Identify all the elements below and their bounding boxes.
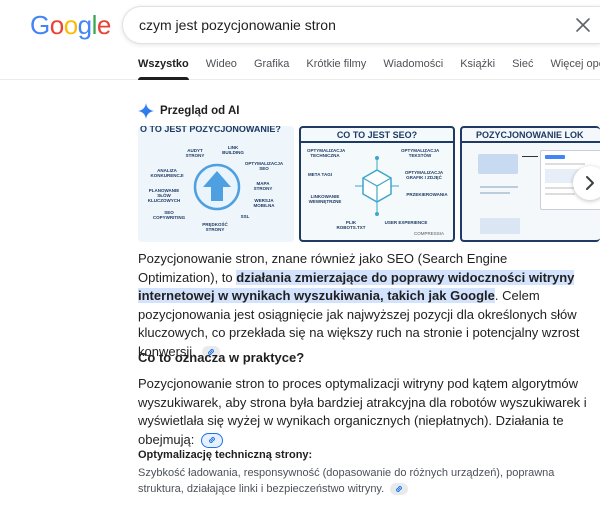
section-heading: Co to oznacza w praktyce? [138, 350, 305, 365]
infographic-label: USER EXPERIENCE [384, 220, 428, 225]
infographic-label: SSL [240, 214, 250, 219]
logo-letter: g [77, 10, 92, 40]
search-box[interactable] [122, 6, 600, 44]
infographic-label: LINK BUILDING [222, 145, 244, 156]
search-tabs: Wszystko Wideo Grafika Krótkie filmy Wia… [138, 58, 600, 80]
ai-overview-title: Przegląd od AI [160, 105, 240, 117]
infographic-label: PLIK ROBOTS.TXT [336, 220, 366, 231]
ai-overview-header: Przegląd od AI [138, 103, 239, 119]
ai-answer-detail: Szybkość ładowania, responsywność (dopas… [138, 465, 590, 497]
infographic-label: LINKOWANIE WEWNĘTRZNE [308, 194, 342, 205]
infographic-label: SEO COPYWRITING [152, 210, 186, 221]
mock-logo [545, 155, 565, 159]
infographic-label: META TAGI [308, 172, 332, 177]
title-divider [462, 141, 600, 143]
brand-watermark: COMPRESSIA [413, 231, 444, 236]
infographic-label: ANALIZA KONKURENCJI [150, 168, 184, 179]
infographic-label: PRĘDKOŚĆ STRONY [202, 222, 228, 233]
google-logo[interactable]: Google [30, 10, 111, 41]
tab-images[interactable]: Grafika [254, 58, 289, 80]
tab-video[interactable]: Wideo [206, 58, 237, 80]
mock-line [480, 186, 518, 188]
mock-line [545, 163, 585, 165]
close-icon[interactable] [573, 15, 593, 35]
carousel-next-button[interactable] [573, 166, 600, 200]
tab-more-options[interactable]: Więcej opcji [550, 58, 600, 80]
infographic-label: OPTYMALIZACJA GRAFIK I ZDJĘĆ [404, 170, 444, 181]
tab-books[interactable]: Książki [460, 58, 495, 80]
logo-letter: o [49, 10, 64, 40]
tab-more-label: Więcej opcji [550, 58, 600, 70]
mock-line [480, 192, 510, 194]
up-arrow-icon [193, 163, 241, 211]
cube-network-icon [355, 156, 399, 216]
image-carousel: O TO JEST POZYCJONOWANIE? AUDYT STRONY L… [138, 126, 600, 242]
image-title: CO TO JEST SEO? [336, 130, 418, 140]
screenshot-thumbnail [478, 154, 518, 174]
search-header: Google Wszystko Wideo Grafika Krótkie fi… [0, 0, 600, 80]
infographic-image-1[interactable]: O TO JEST POZYCJONOWANIE? AUDYT STRONY L… [138, 126, 294, 242]
tab-web[interactable]: Sieć [512, 58, 533, 80]
chevron-right-icon [586, 176, 594, 190]
infographic-label: AUDYT STRONY [185, 148, 205, 159]
connector-line [522, 156, 538, 157]
logo-letter: e [96, 10, 111, 40]
tab-short-videos[interactable]: Krótkie filmy [306, 58, 366, 80]
infographic-image-2[interactable]: CO TO JEST SEO? OPTYMALIZACJA TECHNICZNA… [299, 126, 455, 242]
search-input[interactable] [139, 7, 559, 43]
source-link-button[interactable] [201, 432, 223, 448]
infographic-label: PRZEKIEROWANIA [406, 192, 448, 197]
mock-block [480, 218, 520, 234]
subsection-heading: Optymalizację techniczną strony: [138, 449, 313, 461]
link-icon [396, 486, 403, 493]
logo-letter: G [30, 10, 50, 40]
ai-answer-practice: Pozycjonowanie stron to proces optymaliz… [138, 375, 590, 449]
link-icon [209, 437, 215, 443]
image-title: O TO JEST POZYCJONOWANIE? [140, 126, 281, 134]
tab-all[interactable]: Wszystko [138, 58, 189, 80]
title-divider [301, 141, 453, 143]
infographic-label: WERSJA MOBILNA [253, 198, 275, 209]
mock-line [545, 193, 575, 195]
image-title: POZYCJONOWANIE LOK [476, 130, 584, 140]
answer-text: Szybkość ładowania, responsywność (dopas… [138, 467, 555, 495]
infographic-label: OPTYMALIZACJA TECHNICZNA [307, 148, 346, 159]
sparkle-icon [138, 103, 154, 119]
infographic-label: PLANOWANIE SŁÓW KLUCZOWYCH [147, 188, 181, 204]
infographic-label: OPTYMALIZACJA TEKSTÓW [401, 148, 440, 159]
infographic-label: MAPA STRONY [253, 181, 273, 192]
ai-answer-intro: Pozycjonowanie stron, znane również jako… [138, 250, 590, 361]
infographic-label: OPTYMALIZACJA SEO [244, 161, 284, 172]
source-link-button[interactable] [390, 483, 409, 496]
tab-news[interactable]: Wiadomości [383, 58, 443, 80]
logo-letter: o [63, 10, 78, 40]
